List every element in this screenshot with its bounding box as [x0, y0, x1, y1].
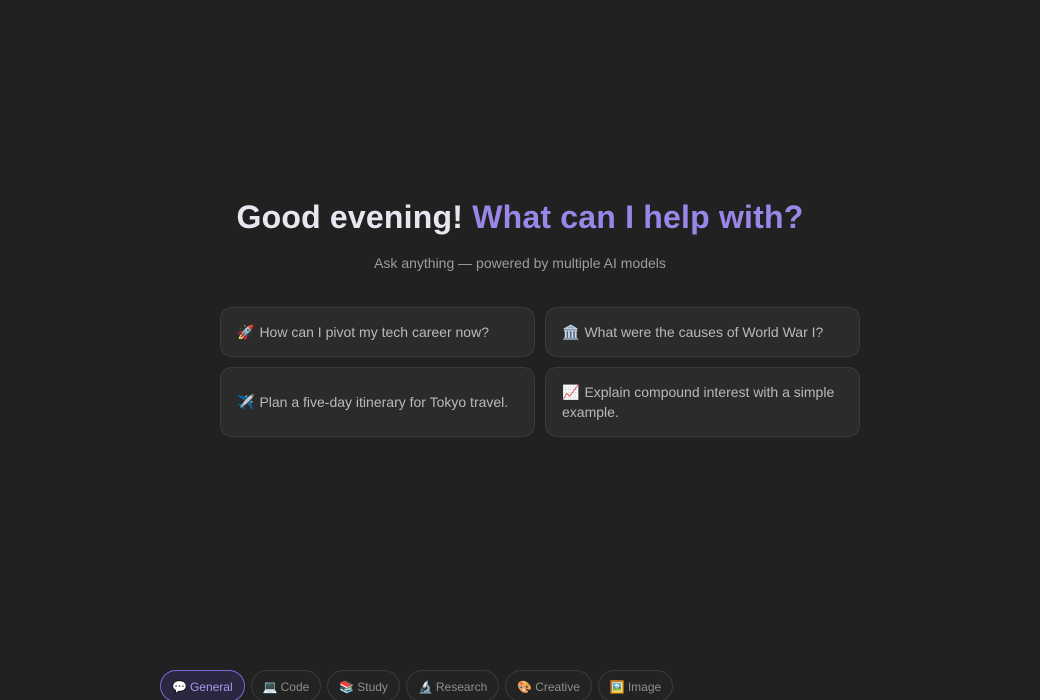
suggestion-text: What were the causes of World War I? [584, 324, 824, 340]
suggestion-card-travel[interactable]: ✈️ Plan a five-day itinerary for Tokyo tr… [220, 367, 535, 437]
palette-icon: 🎨 [517, 680, 533, 694]
mode-label: Code [280, 680, 310, 694]
greeting-question: What can I help with? [472, 199, 804, 235]
suggestion-text: How can I pivot my tech career now? [259, 324, 489, 340]
mode-label: Research [435, 680, 488, 694]
chart-increasing-icon: 📈 [562, 384, 580, 400]
mode-label: Image [627, 680, 662, 694]
books-icon: 📚 [339, 680, 355, 694]
mode-chip-study[interactable]: 📚 Study [327, 670, 400, 700]
greeting-heading: Good evening! What can I help with? [0, 195, 1040, 239]
mode-label: Study [357, 680, 388, 694]
mode-chip-general[interactable]: 💬 General [160, 670, 245, 700]
framed-picture-icon: 🖼️ [609, 680, 625, 694]
rocket-icon: 🚀 [237, 324, 255, 340]
mode-chip-image[interactable]: 🖼️ Image [597, 670, 674, 700]
mode-label: General [189, 680, 233, 694]
subtitle: Ask anything — powered by multiple AI mo… [374, 255, 666, 271]
microscope-icon: 🔬 [417, 680, 433, 694]
speech-bubble-icon: 💬 [172, 680, 187, 694]
suggestion-card-career[interactable]: 🚀 How can I pivot my tech career now? [220, 307, 535, 357]
mode-selector: 💬 General 💻 Code 📚 Study 🔬 Research 🎨 Creativ… [160, 670, 674, 700]
greeting-text: Good evening! [236, 199, 464, 235]
chat-home-page: Good evening! What can I help with? Ask … [0, 0, 1040, 700]
suggestion-grid: 🚀 How can I pivot my tech career now? 🏛️ W… [220, 307, 860, 437]
suggestion-card-finance[interactable]: 📈 Explain compound interest with a simple… [545, 367, 860, 437]
mode-chip-code[interactable]: 💻 Code [250, 670, 322, 700]
hero: Good evening! What can I help with? Ask … [0, 195, 1040, 273]
laptop-icon: 💻 [262, 680, 278, 694]
mode-chip-research[interactable]: 🔬 Research [405, 670, 500, 700]
suggestion-card-history[interactable]: 🏛️ What were the causes of World War I? [545, 307, 860, 357]
mode-chip-creative[interactable]: 🎨 Creative [505, 670, 592, 700]
suggestion-text: Explain compound interest with a simple … [562, 384, 835, 420]
airplane-icon: ✈️ [237, 394, 255, 410]
mode-label: Creative [535, 680, 580, 694]
classical-building-icon: 🏛️ [562, 324, 580, 340]
suggestion-text: Plan a five-day itinerary for Tokyo trav… [259, 394, 509, 410]
